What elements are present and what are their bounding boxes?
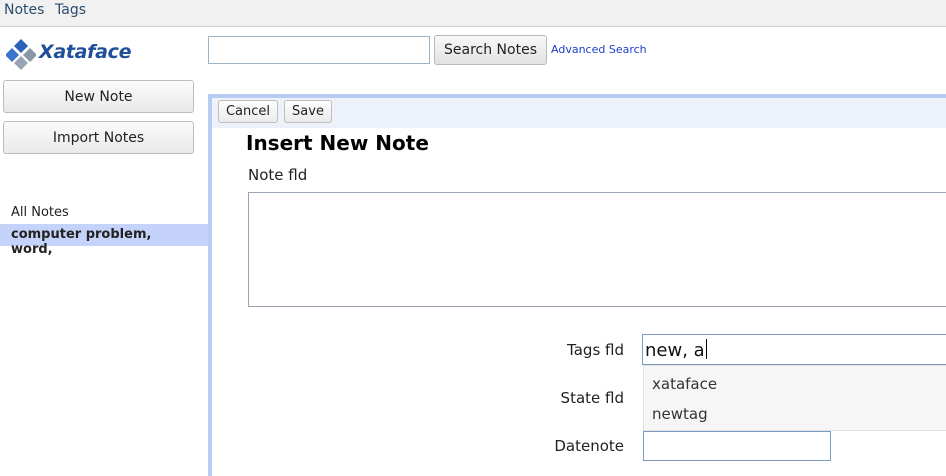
sidebar-item-all-notes[interactable]: All Notes bbox=[0, 202, 208, 224]
search-notes-button[interactable]: Search Notes bbox=[434, 35, 547, 65]
sidebar-item-selected-filter[interactable]: computer problem, word, bbox=[0, 224, 208, 257]
menu-notes[interactable]: Notes bbox=[4, 2, 44, 18]
autocomplete-option[interactable]: newtag bbox=[652, 405, 708, 423]
top-menu-bar: Notes Tags bbox=[0, 0, 946, 27]
text-caret bbox=[705, 339, 707, 359]
note-field[interactable] bbox=[248, 192, 946, 307]
search-input[interactable] bbox=[208, 36, 430, 64]
logo-text: Xataface bbox=[39, 41, 132, 63]
new-note-button[interactable]: New Note bbox=[3, 80, 194, 113]
save-button[interactable]: Save bbox=[284, 100, 332, 123]
menu-tags[interactable]: Tags bbox=[55, 2, 86, 18]
autocomplete-option[interactable]: xataface bbox=[652, 375, 717, 393]
cancel-button[interactable]: Cancel bbox=[218, 100, 278, 123]
tags-field-value: new, a bbox=[645, 340, 705, 361]
page-title: Insert New Note bbox=[246, 131, 429, 155]
datenote-field-label: Datenote bbox=[554, 437, 624, 455]
advanced-search-link[interactable]: Advanced Search bbox=[551, 43, 647, 56]
note-field-label: Note fld bbox=[248, 166, 308, 184]
tags-autocomplete-menu: xataface newtag bbox=[643, 365, 946, 431]
state-field-label: State fld bbox=[560, 389, 624, 407]
datenote-field[interactable] bbox=[643, 431, 831, 461]
logo[interactable]: Xataface bbox=[6, 38, 166, 70]
import-notes-button[interactable]: Import Notes bbox=[3, 121, 194, 154]
tags-field[interactable]: new, a bbox=[642, 334, 946, 365]
sidebar-item-label: computer problem, word, bbox=[11, 227, 152, 257]
form-toolbar: Cancel Save bbox=[212, 98, 946, 128]
sidebar-item-label: All Notes bbox=[11, 205, 69, 220]
xataface-diamond-logo-icon bbox=[6, 39, 36, 70]
tags-field-label: Tags fld bbox=[567, 341, 624, 359]
